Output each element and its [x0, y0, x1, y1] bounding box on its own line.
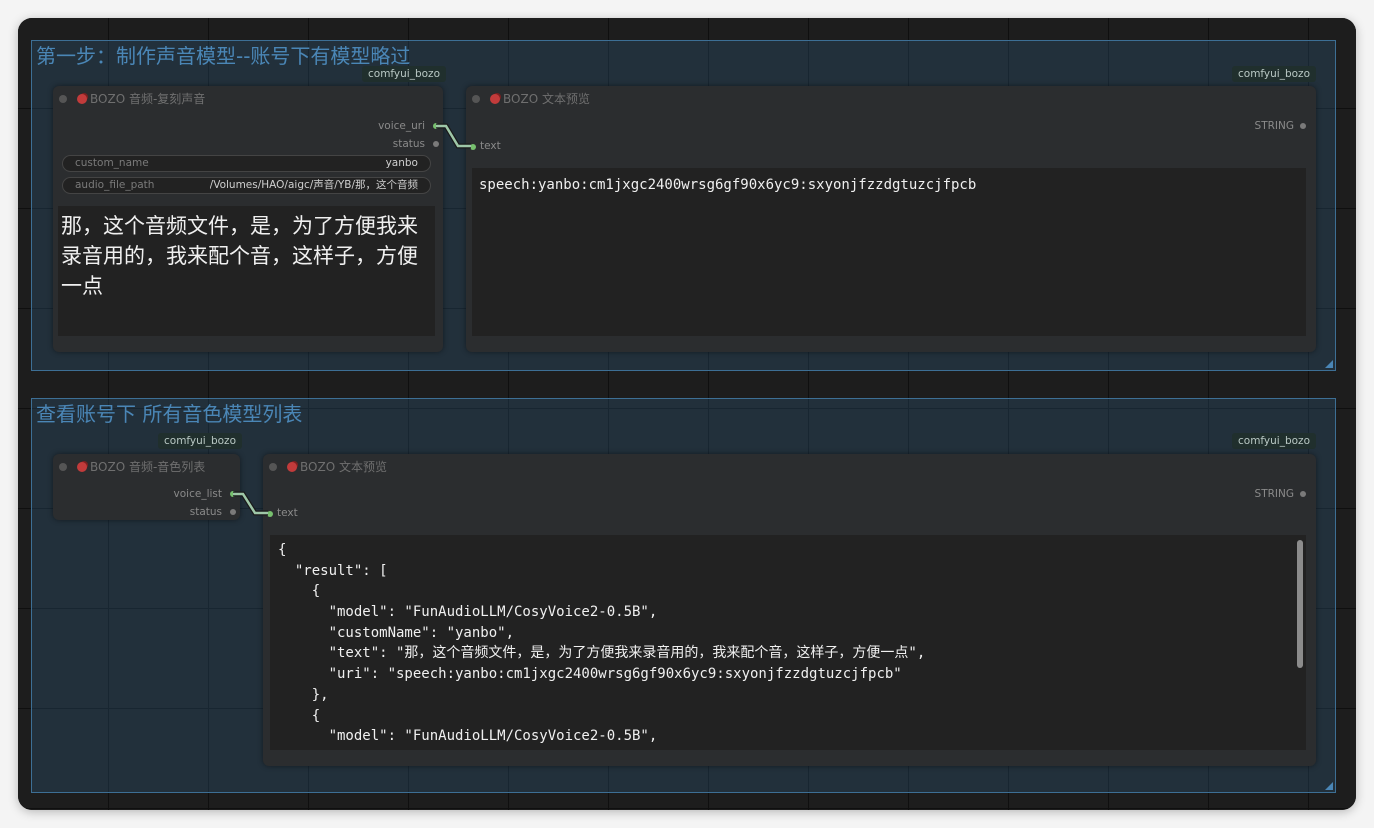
link-voice-uri-to-text: [436, 123, 471, 149]
node-links: [233, 123, 471, 516]
app-window: 第一步：制作声音模型--账号下有模型略过 查看账号下 所有音色模型列表 comf…: [18, 18, 1356, 810]
link-voice-list-to-text: [233, 491, 268, 516]
